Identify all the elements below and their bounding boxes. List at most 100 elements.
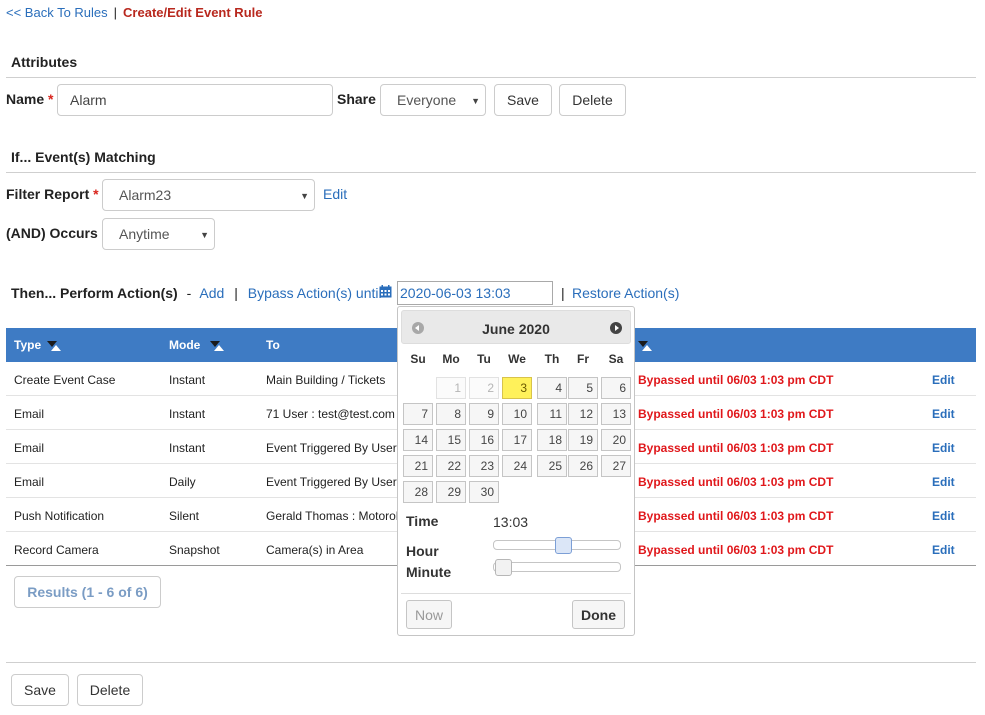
calendar-day[interactable]: 10 xyxy=(502,403,532,425)
calendar-day[interactable]: 8 xyxy=(436,403,466,425)
calendar-day[interactable]: 21 xyxy=(403,455,433,477)
col-mode[interactable]: Mode xyxy=(169,338,225,352)
col-type[interactable]: Type xyxy=(14,338,62,352)
weekday-header: Sa xyxy=(608,352,624,366)
row-type: Push Notification xyxy=(14,509,105,523)
calendar-day[interactable]: 27 xyxy=(601,455,631,477)
row-type: Create Event Case xyxy=(14,373,116,387)
calendar-day[interactable]: 23 xyxy=(469,455,499,477)
calendar-day[interactable]: 14 xyxy=(403,429,433,451)
row-status: Bypassed until 06/03 1:03 pm CDT xyxy=(638,441,834,455)
name-value: Alarm xyxy=(70,92,107,108)
now-button[interactable]: Now xyxy=(406,600,453,629)
calendar-day[interactable]: 7 xyxy=(403,403,433,425)
row-to: Event Triggered By User xyxy=(266,475,397,489)
next-month-icon[interactable] xyxy=(610,322,622,334)
restore-actions-link[interactable]: Restore Action(s) xyxy=(572,285,679,301)
actions-title: Then... Perform Action(s) xyxy=(11,285,178,301)
sort-icon[interactable] xyxy=(210,340,225,351)
minute-slider[interactable] xyxy=(493,559,621,576)
add-action-link[interactable]: Add xyxy=(199,285,224,301)
col-to[interactable]: To xyxy=(266,338,280,352)
calendar-day[interactable]: 29 xyxy=(436,481,466,503)
name-input[interactable]: Alarm xyxy=(57,84,333,116)
row-mode: Snapshot xyxy=(169,543,220,557)
row-mode: Daily xyxy=(169,475,196,489)
col-status-sort[interactable] xyxy=(638,338,652,352)
bypass-datetime-value: 2020-06-03 13:03 xyxy=(400,285,511,301)
share-label: Share xyxy=(337,91,376,107)
row-type: Record Camera xyxy=(14,543,99,557)
row-status: Bypassed until 06/03 1:03 pm CDT xyxy=(638,475,834,489)
breadcrumb: << Back To Rules | Create/Edit Event Rule xyxy=(6,5,262,20)
chevron-down-icon: ▼ xyxy=(471,96,480,106)
actions-separator: | xyxy=(561,285,565,301)
matching-divider xyxy=(6,172,976,173)
weekday-header: We xyxy=(508,352,526,366)
results-count: Results (1 - 6 of 6) xyxy=(14,576,161,608)
calendar-day[interactable]: 18 xyxy=(537,429,567,451)
row-to: Main Building / Tickets xyxy=(266,373,386,387)
row-edit-link[interactable]: Edit xyxy=(932,441,955,455)
calendar-day[interactable]: 4 xyxy=(537,377,567,399)
calendar-day[interactable]: 20 xyxy=(601,429,631,451)
required-mark: * xyxy=(48,91,54,107)
filter-report-value: Alarm23 xyxy=(119,187,172,203)
calendar-day[interactable]: 26 xyxy=(568,455,598,477)
breadcrumb-current: Create/Edit Event Rule xyxy=(123,5,263,20)
calendar-day[interactable]: 6 xyxy=(601,377,631,399)
hour-slider[interactable] xyxy=(493,537,621,554)
calendar-day[interactable]: 22 xyxy=(436,455,466,477)
save-button[interactable]: Save xyxy=(494,84,552,116)
hour-slider-handle[interactable] xyxy=(555,537,572,554)
done-button[interactable]: Done xyxy=(572,600,625,629)
calendar-day[interactable]: 28 xyxy=(403,481,433,503)
attributes-title: Attributes xyxy=(11,54,78,70)
calendar-day[interactable]: 12 xyxy=(568,403,598,425)
bypass-datetime-input[interactable]: 2020-06-03 13:03 xyxy=(397,281,553,305)
row-to: Gerald Thomas : Motorol xyxy=(266,509,399,523)
delete-button[interactable]: Delete xyxy=(559,84,626,116)
actions-separator: | xyxy=(234,285,238,301)
calendar-day: 1 xyxy=(436,377,466,399)
filter-report-select[interactable]: Alarm23 ▼ xyxy=(102,179,315,211)
calendar-day: 2 xyxy=(469,377,499,399)
chevron-down-icon: ▼ xyxy=(300,191,309,201)
calendar-day[interactable]: 3 xyxy=(502,377,532,399)
row-edit-link[interactable]: Edit xyxy=(932,509,955,523)
footer-delete-button[interactable]: Delete xyxy=(77,674,143,706)
row-edit-link[interactable]: Edit xyxy=(932,373,955,387)
footer-divider xyxy=(6,662,976,663)
calendar-day[interactable]: 16 xyxy=(469,429,499,451)
time-value: 13:03 xyxy=(493,514,529,530)
calendar-icon[interactable] xyxy=(379,285,392,298)
calendar-day[interactable]: 13 xyxy=(601,403,631,425)
sort-icon[interactable] xyxy=(47,340,62,351)
row-status: Bypassed until 06/03 1:03 pm CDT xyxy=(638,509,834,523)
calendar-day[interactable]: 11 xyxy=(537,403,567,425)
calendar-day[interactable]: 5 xyxy=(568,377,598,399)
row-type: Email xyxy=(14,475,45,489)
calendar-day[interactable]: 19 xyxy=(568,429,598,451)
calendar-day[interactable]: 15 xyxy=(436,429,466,451)
hour-label: Hour xyxy=(406,543,439,559)
row-edit-link[interactable]: Edit xyxy=(932,407,955,421)
calendar-day[interactable]: 17 xyxy=(502,429,532,451)
occurs-label: (AND) Occurs xyxy=(6,225,98,241)
row-edit-link[interactable]: Edit xyxy=(932,543,955,557)
calendar-day[interactable]: 25 xyxy=(537,455,567,477)
datetime-picker: June 2020 Su Mo Tu We Th Fr Sa 1 2 3 4 5 6 7 8 9 10 11 12… xyxy=(397,306,635,636)
occurs-select[interactable]: Anytime ▼ xyxy=(102,218,215,250)
calendar-day[interactable]: 24 xyxy=(502,455,532,477)
calendar-day[interactable]: 30 xyxy=(469,481,499,503)
minute-slider-handle[interactable] xyxy=(495,559,512,576)
filter-edit-link[interactable]: Edit xyxy=(323,186,347,202)
back-to-rules-link[interactable]: << Back To Rules xyxy=(6,5,108,20)
row-edit-link[interactable]: Edit xyxy=(932,475,955,489)
sort-icon[interactable] xyxy=(638,340,652,351)
bypass-actions-link[interactable]: Bypass Action(s) until xyxy=(248,285,382,301)
share-select[interactable]: Everyone ▼ xyxy=(380,84,486,116)
calendar-day[interactable]: 9 xyxy=(469,403,499,425)
datepicker-footer-divider xyxy=(401,593,631,594)
footer-save-button[interactable]: Save xyxy=(11,674,69,706)
